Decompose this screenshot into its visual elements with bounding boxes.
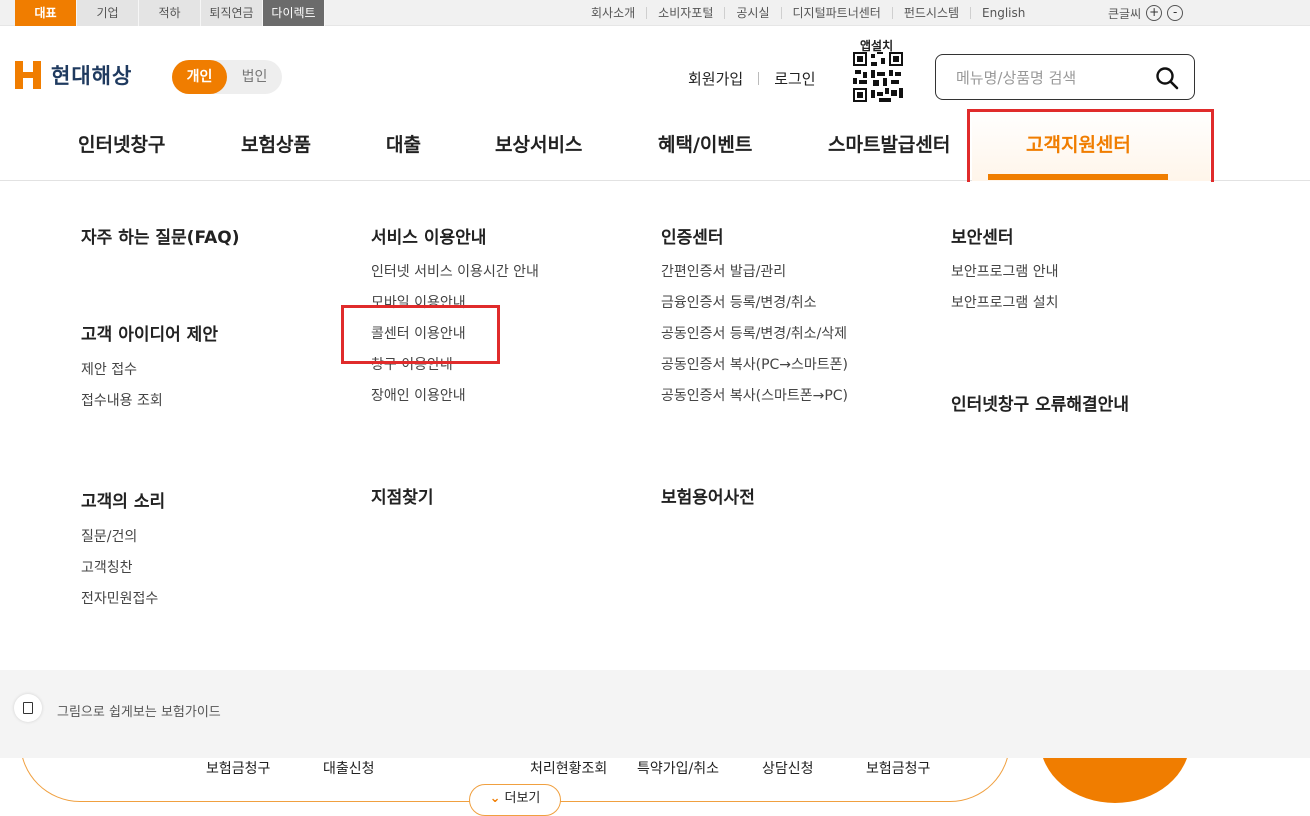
font-size-control: 큰글씨 + - <box>1108 0 1184 26</box>
font-size-label: 큰글씨 <box>1108 6 1142 21</box>
mega-menu: 자주 하는 질문(FAQ) 고객 아이디어 제안 제안 접수 접수내용 조회 고… <box>0 182 1310 670</box>
signup-link[interactable]: 회원가입 <box>688 68 743 89</box>
gnb-smart-issuance[interactable]: 스마트발급센터 <box>828 130 950 157</box>
menu-idea-inquiry[interactable]: 접수내용 조회 <box>81 390 163 410</box>
quick-menu-area: 보험금청구 대출신청 처리현황조회 특약가입/취소 상담신청 보험금청구 ⌄ 더보… <box>0 758 1310 816</box>
menu-branch-finder[interactable]: 지점찾기 <box>371 483 434 508</box>
chatbot-graphic[interactable] <box>1040 758 1190 803</box>
quick-rider[interactable]: 특약가입/취소 <box>637 758 719 778</box>
menu-insurance-dictionary[interactable]: 보험용어사전 <box>661 483 755 508</box>
divider <box>758 72 760 85</box>
brand-tab-corporate[interactable]: 기업 <box>77 0 139 26</box>
brand-tabs: 대표 기업 적하 퇴직연금 다이렉트 <box>15 0 325 26</box>
top-utility-bar: 대표 기업 적하 퇴직연금 다이렉트 회사소개 소비자포털 공시실 디지털파트너… <box>0 0 1310 26</box>
font-decrease-button[interactable]: - <box>1167 5 1184 21</box>
menu-customer-voice[interactable]: 고객의 소리 <box>81 487 165 512</box>
menu-cert-center[interactable]: 인증센터 <box>661 223 724 248</box>
brand-tab-main[interactable]: 대표 <box>15 0 77 26</box>
search-input[interactable] <box>956 67 1146 89</box>
util-link-english[interactable]: English <box>970 7 1036 19</box>
brand-tab-direct[interactable]: 다이렉트 <box>263 0 325 26</box>
logo-h-icon <box>15 61 41 89</box>
search-box <box>935 54 1195 100</box>
menu-joint-cert-phone-to-pc[interactable]: 공동인증서 복사(스마트폰→PC) <box>661 385 848 405</box>
quick-status[interactable]: 처리현황조회 <box>530 758 607 778</box>
guide-link[interactable]: 그림으로 쉽게보는 보험가이드 <box>57 701 221 720</box>
search-icon[interactable] <box>1154 65 1180 91</box>
login-link[interactable]: 로그인 <box>774 68 815 89</box>
menu-security-center[interactable]: 보안센터 <box>951 223 1014 248</box>
gnb-compensation[interactable]: 보상서비스 <box>495 130 582 157</box>
menu-service-guide[interactable]: 서비스 이용안내 <box>371 223 486 248</box>
highlight-box-call-center <box>341 305 500 364</box>
util-link-fund[interactable]: 펀드시스템 <box>891 7 970 19</box>
quick-consult[interactable]: 상담신청 <box>762 758 814 778</box>
brand-tab-cargo[interactable]: 적하 <box>139 0 201 26</box>
menu-financial-cert[interactable]: 금융인증서 등록/변경/취소 <box>661 292 817 312</box>
menu-voice-e-complaint[interactable]: 전자민원접수 <box>81 588 158 608</box>
auth-links: 회원가입 로그인 <box>688 68 816 89</box>
menu-voice-praise[interactable]: 고객칭찬 <box>81 557 133 577</box>
menu-joint-cert-pc-to-phone[interactable]: 공동인증서 복사(PC→스마트폰) <box>661 354 848 374</box>
util-link-consumer[interactable]: 소비자포털 <box>646 7 724 19</box>
menu-security-program-info[interactable]: 보안프로그램 안내 <box>951 261 1059 281</box>
chevron-down-icon: ⌄ <box>489 791 501 806</box>
menu-disabled-guide[interactable]: 장애인 이용안내 <box>371 385 466 405</box>
menu-joint-cert-manage[interactable]: 공동인증서 등록/변경/취소/삭제 <box>661 323 847 343</box>
menu-voice-question[interactable]: 질문/건의 <box>81 526 137 546</box>
document-icon <box>23 702 33 714</box>
brand-tab-pension[interactable]: 퇴직연금 <box>201 0 263 26</box>
utility-links: 회사소개 소비자포털 공시실 디지털파트너센터 펀드시스템 English <box>580 0 1036 26</box>
customer-type-toggle: 개인 법인 <box>172 60 282 94</box>
insurance-guide-strip: 그림으로 쉽게보는 보험가이드 <box>0 670 1310 758</box>
gnb-loan[interactable]: 대출 <box>386 130 421 157</box>
guide-button[interactable] <box>14 694 42 722</box>
qr-code-icon[interactable] <box>853 52 903 102</box>
logo-text: 현대해상 <box>51 64 133 88</box>
util-link-digital-partner[interactable]: 디지털파트너센터 <box>780 7 892 19</box>
toggle-corporate[interactable]: 법인 <box>227 60 282 94</box>
gnb-insurance-products[interactable]: 보험상품 <box>241 130 311 157</box>
toggle-personal[interactable]: 개인 <box>172 60 227 94</box>
gnb-internet-window[interactable]: 인터넷창구 <box>78 130 165 157</box>
quick-loan-apply[interactable]: 대출신청 <box>323 758 375 778</box>
gnb-benefits-events[interactable]: 혜택/이벤트 <box>658 130 752 157</box>
menu-idea-submit[interactable]: 제안 접수 <box>81 359 137 379</box>
quick-claim-2[interactable]: 보험금청구 <box>866 758 930 778</box>
menu-security-program-install[interactable]: 보안프로그램 설치 <box>951 292 1059 312</box>
menu-simple-cert[interactable]: 간편인증서 발급/관리 <box>661 261 786 281</box>
util-link-company[interactable]: 회사소개 <box>580 7 646 19</box>
more-button[interactable]: ⌄ 더보기 <box>469 784 561 816</box>
menu-error-guide[interactable]: 인터넷창구 오류해결안내 <box>951 390 1129 415</box>
logo[interactable]: 현대해상 <box>15 60 132 90</box>
font-increase-button[interactable]: + <box>1146 5 1163 21</box>
menu-faq[interactable]: 자주 하는 질문(FAQ) <box>81 223 240 248</box>
util-link-disclosure[interactable]: 공시실 <box>724 7 780 19</box>
menu-service-hours[interactable]: 인터넷 서비스 이용시간 안내 <box>371 261 539 281</box>
menu-customer-idea[interactable]: 고객 아이디어 제안 <box>81 320 218 345</box>
quick-claim[interactable]: 보험금청구 <box>206 758 270 778</box>
more-label: 더보기 <box>504 791 541 806</box>
